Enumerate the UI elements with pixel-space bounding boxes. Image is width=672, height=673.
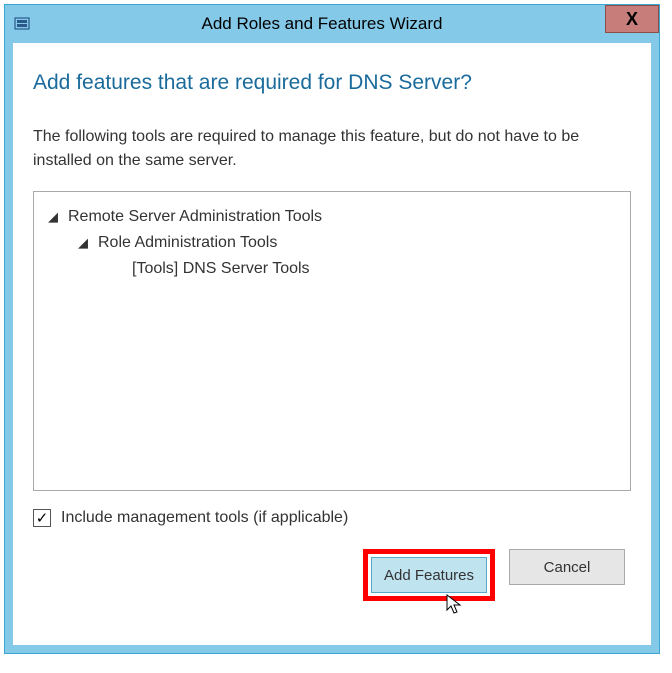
cancel-button[interactable]: Cancel — [509, 549, 625, 585]
highlight-annotation: Add Features — [363, 549, 495, 601]
tree-item-remote-admin[interactable]: ◢ Remote Server Administration Tools — [44, 204, 620, 230]
dialog-window: Add Roles and Features Wizard X Add feat… — [4, 4, 660, 654]
tree-item-role-admin[interactable]: ◢ Role Administration Tools — [44, 230, 620, 256]
window-title: Add Roles and Features Wizard — [33, 14, 611, 34]
dialog-heading: Add features that are required for DNS S… — [33, 71, 631, 95]
dialog-content: Add features that are required for DNS S… — [5, 43, 659, 653]
dialog-buttons: Add Features Cancel — [33, 549, 631, 601]
server-manager-icon — [13, 14, 33, 34]
cursor-icon — [446, 594, 464, 621]
tree-label: Role Administration Tools — [98, 234, 277, 252]
include-tools-checkbox[interactable]: ✓ — [33, 509, 51, 527]
add-features-button[interactable]: Add Features — [371, 557, 487, 593]
dialog-description: The following tools are required to mana… — [33, 125, 631, 173]
tree-label: Remote Server Administration Tools — [68, 208, 322, 226]
tree-item-dns-tools[interactable]: [Tools] DNS Server Tools — [44, 256, 620, 282]
expand-toggle-icon[interactable]: ◢ — [78, 235, 92, 251]
features-tree: ◢ Remote Server Administration Tools ◢ R… — [33, 191, 631, 491]
close-button[interactable]: X — [605, 5, 659, 33]
include-tools-row: ✓ Include management tools (if applicabl… — [33, 509, 631, 527]
titlebar: Add Roles and Features Wizard X — [5, 5, 659, 43]
include-tools-label: Include management tools (if applicable) — [61, 509, 348, 527]
tree-label: [Tools] DNS Server Tools — [132, 260, 310, 278]
expand-toggle-icon[interactable]: ◢ — [48, 209, 62, 225]
